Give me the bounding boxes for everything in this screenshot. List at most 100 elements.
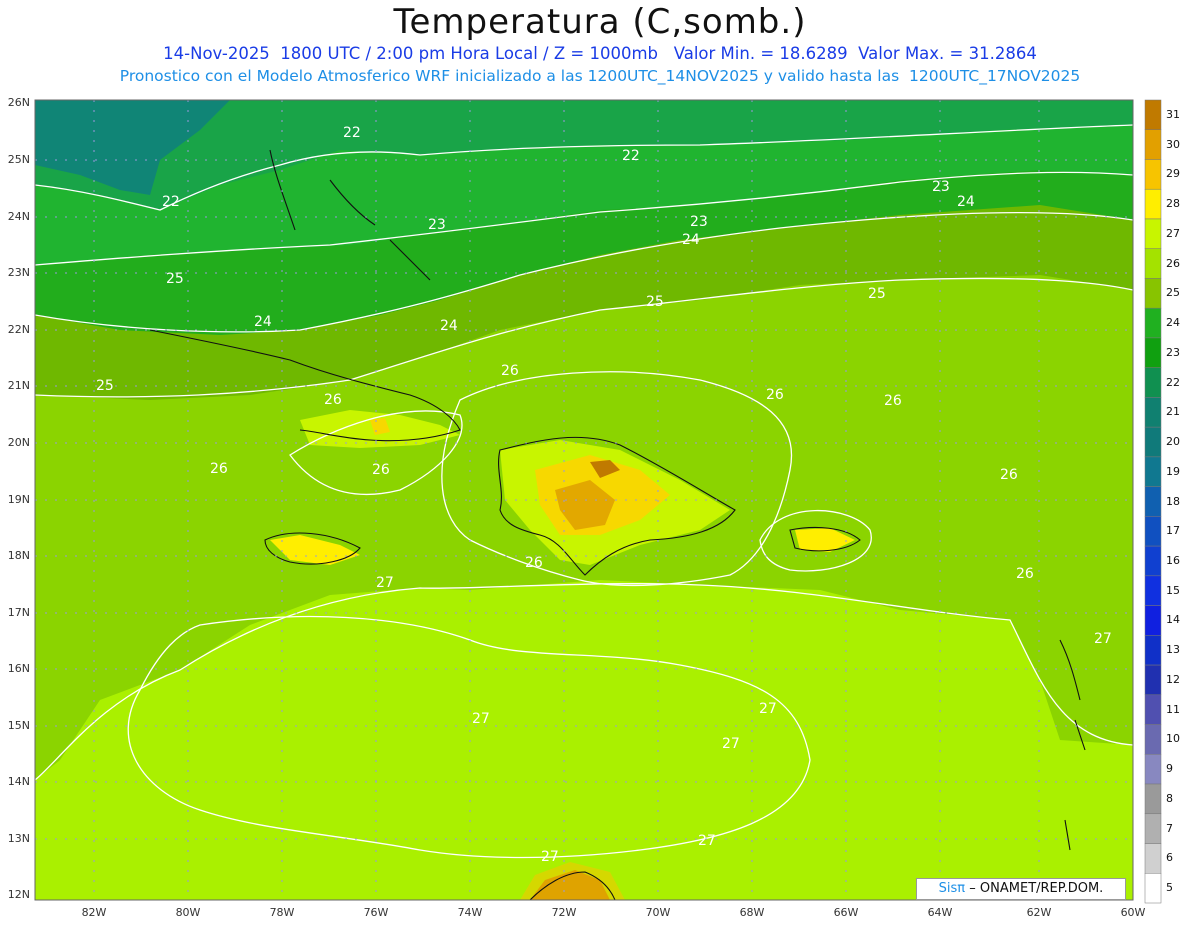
colorbar-label: 7 bbox=[1166, 821, 1173, 835]
contour-label: 24 bbox=[254, 314, 272, 330]
colorbar-label: 5 bbox=[1166, 881, 1173, 895]
colorbar-swatch bbox=[1144, 99, 1162, 130]
credit-org: – ONAMET/REP.DOM. bbox=[969, 881, 1104, 896]
contour-label: 23 bbox=[932, 179, 950, 195]
contour-label: 25 bbox=[868, 286, 886, 302]
colorbar-swatch bbox=[1144, 754, 1162, 785]
colorbar-label: 26 bbox=[1166, 256, 1180, 270]
temperature-map: 22 22 22 23 23 23 24 24 24 24 25 25 25 2… bbox=[34, 99, 1162, 904]
contour-label: 27 bbox=[376, 575, 394, 591]
colorbar-swatch bbox=[1144, 248, 1162, 279]
lon-label: 64W bbox=[927, 906, 953, 919]
lon-label: 60W bbox=[1120, 906, 1146, 919]
colorbar-label: 24 bbox=[1166, 316, 1180, 330]
colorbar-swatch bbox=[1144, 813, 1162, 844]
lat-label: 22N bbox=[7, 323, 30, 336]
lon-label: 76W bbox=[363, 906, 389, 919]
lat-label: 24N bbox=[7, 210, 30, 223]
lon-label: 70W bbox=[645, 906, 671, 919]
lon-label: 62W bbox=[1026, 906, 1052, 919]
colorbar-label: 16 bbox=[1166, 553, 1180, 567]
contour-label: 25 bbox=[646, 294, 664, 310]
contour-label: 22 bbox=[343, 125, 361, 141]
colorbar-swatch bbox=[1144, 188, 1162, 220]
lat-label: 12N bbox=[7, 888, 30, 901]
colorbar-label: 6 bbox=[1166, 851, 1173, 865]
lon-label: 66W bbox=[833, 906, 859, 919]
contour-label: 22 bbox=[622, 148, 640, 164]
colorbar-label: 27 bbox=[1166, 226, 1180, 240]
colorbar-label: 12 bbox=[1166, 672, 1180, 686]
colorbar-label: 20 bbox=[1166, 435, 1180, 449]
lat-label: 26N bbox=[7, 96, 30, 109]
colorbar-label: 28 bbox=[1166, 197, 1180, 211]
colorbar-label: 23 bbox=[1166, 345, 1180, 359]
colorbar-swatch bbox=[1144, 397, 1162, 428]
colorbar-swatch bbox=[1144, 694, 1162, 725]
contour-label: 27 bbox=[472, 711, 490, 727]
lat-label: 18N bbox=[7, 549, 30, 562]
colorbar-label: 10 bbox=[1166, 732, 1180, 746]
lat-label: 16N bbox=[7, 662, 30, 675]
colorbar-label: 29 bbox=[1166, 167, 1180, 181]
contour-label: 24 bbox=[957, 194, 975, 210]
colorbar-swatch bbox=[1144, 426, 1162, 458]
colorbar-swatch bbox=[1144, 873, 1162, 904]
lon-label: 78W bbox=[269, 906, 295, 919]
lon-label: 80W bbox=[175, 906, 201, 919]
lon-label: 68W bbox=[739, 906, 765, 919]
colorbar-swatch bbox=[1144, 218, 1162, 249]
contour-label: 22 bbox=[162, 194, 180, 210]
contour-label: 26 bbox=[501, 363, 519, 379]
colorbar-label: 18 bbox=[1166, 494, 1180, 508]
colorbar-label: 13 bbox=[1166, 643, 1180, 657]
colorbar-swatch bbox=[1144, 367, 1162, 398]
colorbar-swatch bbox=[1144, 516, 1162, 547]
credit-box: Sisπ – ONAMET/REP.DOM. bbox=[916, 878, 1126, 900]
colorbar-label: 14 bbox=[1166, 613, 1180, 627]
lat-label: 19N bbox=[7, 493, 30, 506]
lon-label: 72W bbox=[551, 906, 577, 919]
contour-label: 24 bbox=[440, 318, 458, 334]
map-field bbox=[35, 100, 1133, 900]
colorbar-swatch bbox=[1144, 545, 1162, 577]
colorbar-label: 22 bbox=[1166, 375, 1180, 389]
colorbar-label: 21 bbox=[1166, 405, 1180, 419]
credit-logo-text: Sisπ bbox=[938, 881, 966, 896]
contour-label: 26 bbox=[372, 462, 390, 478]
colorbar-swatch bbox=[1144, 337, 1162, 368]
colorbar-swatch bbox=[1144, 129, 1162, 160]
colorbar-swatch bbox=[1144, 843, 1162, 874]
colorbar bbox=[1144, 99, 1162, 904]
colorbar-label: 25 bbox=[1166, 286, 1180, 300]
lon-label: 74W bbox=[457, 906, 483, 919]
lat-label: 25N bbox=[7, 153, 30, 166]
colorbar-swatch bbox=[1144, 307, 1162, 339]
colorbar-swatch bbox=[1144, 605, 1162, 636]
contour-label: 25 bbox=[96, 378, 114, 394]
contour-label: 27 bbox=[1094, 631, 1112, 647]
contour-label: 27 bbox=[698, 833, 716, 849]
colorbar-label: 17 bbox=[1166, 524, 1180, 538]
lat-label: 17N bbox=[7, 606, 30, 619]
contour-label: 24 bbox=[682, 232, 700, 248]
lon-label: 82W bbox=[81, 906, 107, 919]
colorbar-label: 15 bbox=[1166, 583, 1180, 597]
contour-label: 26 bbox=[1016, 566, 1034, 582]
contour-label: 26 bbox=[324, 392, 342, 408]
colorbar-swatch bbox=[1144, 635, 1162, 666]
colorbar-swatch bbox=[1144, 456, 1162, 487]
contour-label: 25 bbox=[166, 271, 184, 287]
contour-label: 26 bbox=[525, 555, 543, 571]
colorbar-label: 19 bbox=[1166, 464, 1180, 478]
contour-label: 27 bbox=[759, 701, 777, 717]
colorbar-swatch bbox=[1144, 486, 1162, 517]
lat-label: 20N bbox=[7, 436, 30, 449]
lat-label: 14N bbox=[7, 775, 30, 788]
colorbar-label: 11 bbox=[1166, 702, 1180, 716]
contour-label: 27 bbox=[541, 849, 559, 865]
lat-label: 15N bbox=[7, 719, 30, 732]
contour-label: 26 bbox=[1000, 467, 1018, 483]
colorbar-swatch bbox=[1144, 575, 1162, 606]
colorbar-label: 8 bbox=[1166, 791, 1173, 805]
